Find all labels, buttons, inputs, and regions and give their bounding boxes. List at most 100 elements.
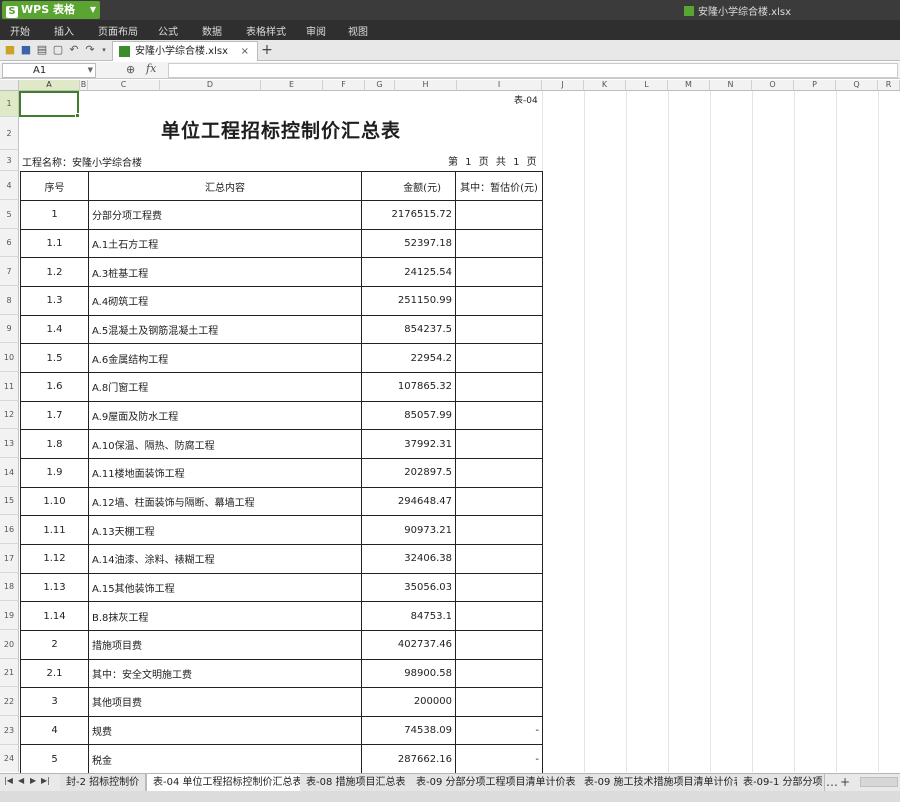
sheet-tab-tech-measures[interactable]: 表-09 施工技术措施项目清单计价表 bbox=[578, 774, 751, 791]
cell-estimate[interactable]: - bbox=[455, 744, 543, 775]
cell-no[interactable]: 1.12 bbox=[20, 543, 89, 574]
header-no[interactable]: 序号 bbox=[20, 171, 89, 201]
cell-no[interactable]: 1.9 bbox=[20, 457, 89, 488]
cell-amount[interactable]: 294648.47 bbox=[361, 486, 456, 517]
row-header-12[interactable]: 12 bbox=[0, 401, 19, 429]
cell-estimate[interactable] bbox=[455, 658, 543, 689]
row-header-2[interactable]: 2 bbox=[0, 117, 19, 150]
cell-no[interactable]: 1 bbox=[20, 200, 89, 230]
open-folder-icon[interactable]: ■ bbox=[3, 43, 17, 57]
cell-estimate[interactable] bbox=[455, 543, 543, 574]
column-header-o[interactable]: O bbox=[752, 80, 794, 91]
cell-no[interactable]: 2 bbox=[20, 629, 89, 660]
horizontal-scrollbar[interactable] bbox=[860, 777, 898, 787]
menu-home[interactable]: 开始 bbox=[10, 23, 30, 38]
print-preview-icon[interactable]: ▢ bbox=[51, 43, 65, 57]
cell-amount[interactable]: 22954.2 bbox=[361, 343, 456, 373]
menu-page-layout[interactable]: 页面布局 bbox=[98, 23, 138, 38]
cell-name[interactable]: 其中：安全文明施工费 bbox=[88, 658, 362, 689]
cell-amount[interactable]: 107865.32 bbox=[361, 371, 456, 402]
sheet-tab-summary[interactable]: 表-04 单位工程招标控制价汇总表 bbox=[146, 774, 310, 791]
column-header-r[interactable]: R bbox=[878, 80, 900, 91]
cell-name[interactable]: A.13天棚工程 bbox=[88, 515, 362, 545]
cell-amount[interactable]: 74538.09 bbox=[361, 715, 456, 746]
row-header-20[interactable]: 20 bbox=[0, 630, 19, 659]
menu-table-style[interactable]: 表格样式 bbox=[246, 23, 286, 38]
cell-name[interactable]: 其他项目费 bbox=[88, 687, 362, 717]
chevron-down-icon[interactable]: ▼ bbox=[88, 64, 93, 77]
save-icon[interactable]: ■ bbox=[19, 43, 33, 57]
cell-estimate[interactable] bbox=[455, 400, 543, 431]
header-estimate[interactable]: 其中：暂估价(元) bbox=[455, 171, 543, 201]
cell-estimate[interactable] bbox=[455, 515, 543, 545]
column-header-g[interactable]: G bbox=[365, 80, 395, 91]
cell-no[interactable]: 1.5 bbox=[20, 343, 89, 373]
row-header-23[interactable]: 23 bbox=[0, 716, 19, 745]
header-amount[interactable]: 金额(元) bbox=[361, 171, 456, 201]
cell-name[interactable]: A.12墙、柱面装饰与隔断、幕墙工程 bbox=[88, 486, 362, 517]
cell-amount[interactable]: 202897.5 bbox=[361, 457, 456, 488]
cell-name[interactable]: A.4砌筑工程 bbox=[88, 285, 362, 316]
row-header-22[interactable]: 22 bbox=[0, 687, 19, 716]
sheet-tab-item-list[interactable]: 表-09 分部分项工程项目清单计价表 bbox=[410, 774, 583, 791]
formula-input[interactable] bbox=[168, 63, 898, 78]
cell-name[interactable]: A.10保温、隔热、防腐工程 bbox=[88, 429, 362, 459]
row-header-7[interactable]: 7 bbox=[0, 257, 19, 286]
column-header-i[interactable]: I bbox=[457, 80, 542, 91]
row-header-16[interactable]: 16 bbox=[0, 515, 19, 544]
cell-name[interactable]: A.1土石方工程 bbox=[88, 228, 362, 259]
cell-amount[interactable]: 200000 bbox=[361, 687, 456, 717]
cell-no[interactable]: 1.14 bbox=[20, 601, 89, 631]
print-icon[interactable]: ▤ bbox=[35, 43, 49, 57]
column-header-e[interactable]: E bbox=[261, 80, 323, 91]
column-header-q[interactable]: Q bbox=[836, 80, 878, 91]
menu-formulas[interactable]: 公式 bbox=[158, 23, 178, 38]
cell-estimate[interactable] bbox=[455, 429, 543, 459]
cell-name[interactable]: 分部分项工程费 bbox=[88, 200, 362, 230]
column-header-l[interactable]: L bbox=[626, 80, 668, 91]
next-sheet-icon[interactable]: ▶ bbox=[30, 776, 36, 785]
cell-name[interactable]: A.9屋面及防水工程 bbox=[88, 400, 362, 431]
cell-amount[interactable]: 35056.03 bbox=[361, 572, 456, 603]
fill-handle[interactable] bbox=[75, 113, 80, 118]
cell-name[interactable]: A.6金属结构工程 bbox=[88, 343, 362, 373]
row-header-9[interactable]: 9 bbox=[0, 315, 19, 343]
cell-amount[interactable]: 52397.18 bbox=[361, 228, 456, 259]
cell-estimate[interactable] bbox=[455, 257, 543, 287]
menu-review[interactable]: 审阅 bbox=[306, 23, 326, 38]
row-header-8[interactable]: 8 bbox=[0, 286, 19, 315]
menu-view[interactable]: 视图 bbox=[348, 23, 368, 38]
document-tab[interactable]: 安隆小学综合楼.xlsx × bbox=[112, 41, 258, 61]
cell-name[interactable]: A.14油漆、涂料、裱糊工程 bbox=[88, 543, 362, 574]
prev-sheet-icon[interactable]: ◀ bbox=[18, 776, 24, 785]
column-header-b[interactable]: B bbox=[80, 80, 88, 91]
first-sheet-icon[interactable]: |◀ bbox=[4, 776, 13, 785]
zoom-search-icon[interactable]: ⊕ bbox=[126, 63, 135, 76]
cell-estimate[interactable] bbox=[455, 572, 543, 603]
row-header-4[interactable]: 4 bbox=[0, 171, 19, 200]
more-sheets-icon[interactable]: … bbox=[826, 775, 838, 789]
cell-name[interactable]: A.11楼地面装饰工程 bbox=[88, 457, 362, 488]
menu-data[interactable]: 数据 bbox=[202, 23, 222, 38]
row-header-24[interactable]: 24 bbox=[0, 745, 19, 772]
cell-no[interactable]: 1.3 bbox=[20, 285, 89, 316]
cell-no[interactable]: 1.11 bbox=[20, 515, 89, 545]
cell-no[interactable]: 1.10 bbox=[20, 486, 89, 517]
cell-amount[interactable]: 32406.38 bbox=[361, 543, 456, 574]
redo-icon[interactable]: ↷ bbox=[83, 43, 97, 57]
column-header-m[interactable]: M bbox=[668, 80, 710, 91]
undo-icon[interactable]: ↶ bbox=[67, 43, 81, 57]
row-header-11[interactable]: 11 bbox=[0, 372, 19, 401]
column-header-p[interactable]: P bbox=[794, 80, 836, 91]
cell-name[interactable]: A.15其他装饰工程 bbox=[88, 572, 362, 603]
cell-name[interactable]: A.3桩基工程 bbox=[88, 257, 362, 287]
cell-no[interactable]: 4 bbox=[20, 715, 89, 746]
new-tab-button[interactable]: + bbox=[259, 42, 275, 58]
cell-estimate[interactable] bbox=[455, 601, 543, 631]
add-sheet-button[interactable]: + bbox=[840, 775, 850, 789]
cell-no[interactable]: 3 bbox=[20, 687, 89, 717]
row-header-6[interactable]: 6 bbox=[0, 229, 19, 257]
cell-no[interactable]: 1.8 bbox=[20, 429, 89, 459]
header-name[interactable]: 汇总内容 bbox=[88, 171, 362, 201]
row-header-17[interactable]: 17 bbox=[0, 544, 19, 573]
